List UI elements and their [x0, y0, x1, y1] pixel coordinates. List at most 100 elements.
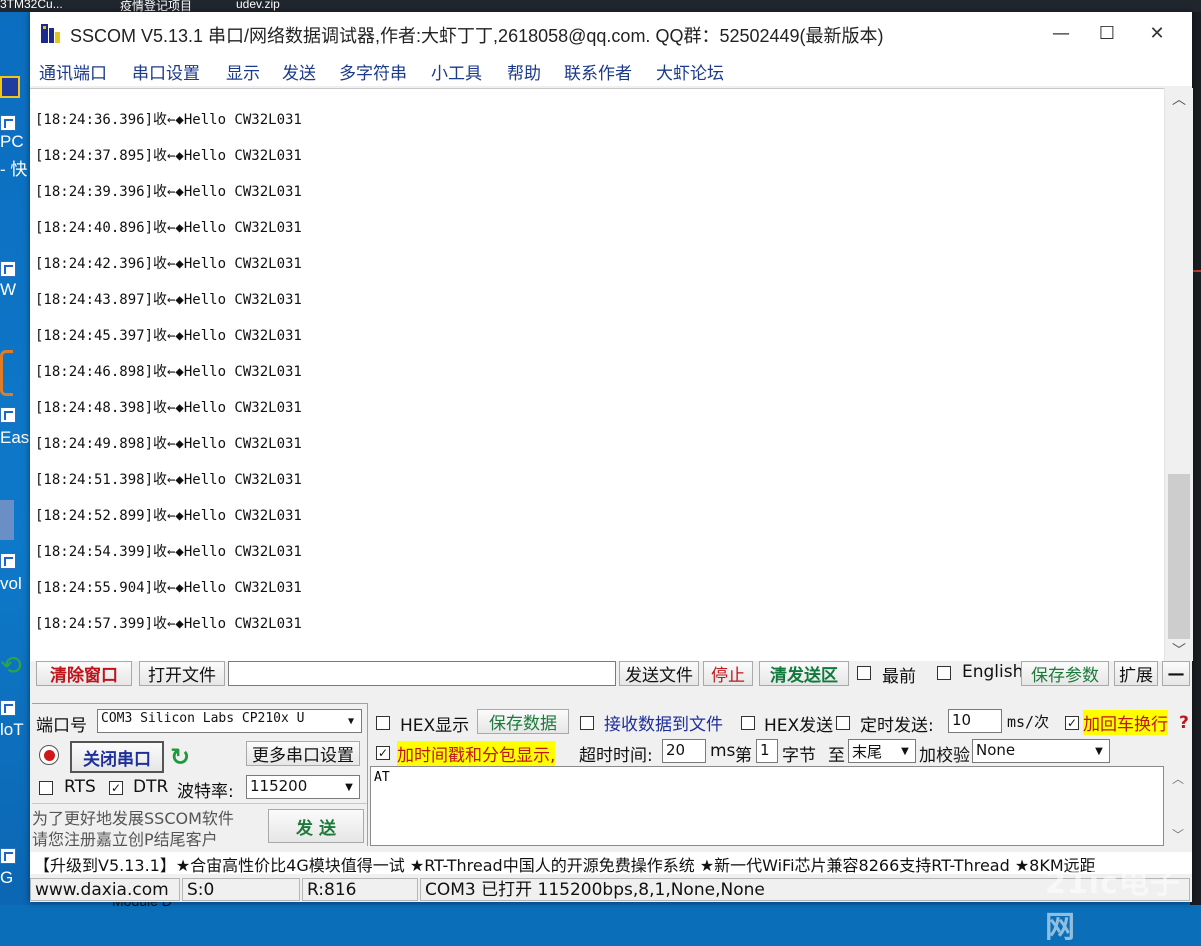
baud-label: 波特率:	[177, 782, 234, 802]
status-website[interactable]: www.daxia.com	[30, 878, 180, 901]
taskbar-title[interactable]: udev.zip	[236, 0, 280, 11]
menu-item-comm-port[interactable]: 通讯端口	[39, 59, 107, 84]
scroll-up-icon[interactable]: ︿	[1165, 88, 1193, 110]
timeout-label: 超时时间:	[579, 746, 653, 766]
front-label: 最前	[882, 667, 916, 687]
byte-start-input[interactable]: 1	[756, 739, 778, 763]
dtr-checkbox[interactable]: ✓	[109, 781, 123, 795]
port-select[interactable]: COM3 Silicon Labs CP210x U ▼	[97, 709, 362, 733]
maximize-button[interactable]: ☐	[1084, 12, 1130, 54]
shortcut-arrow-icon	[0, 114, 16, 131]
to-label: 至	[828, 746, 845, 766]
front-checkbox[interactable]	[857, 666, 871, 680]
receive-line: [18:24:36.396]收←◆Hello CW32L031	[35, 112, 302, 128]
record-icon[interactable]	[39, 745, 59, 765]
close-button[interactable]: ✕	[1134, 12, 1180, 54]
sscom-window: SSCOM V5.13.1 串口/网络数据调试器,作者:大虾丁丁,2618058…	[30, 12, 1193, 902]
rts-label: RTS	[64, 777, 96, 797]
taskbar-title[interactable]: 3TM32Cu...	[0, 0, 63, 11]
desktop-icon-label: PC	[0, 132, 24, 151]
desktop-icon[interactable]: ⟲	[0, 650, 32, 681]
timed-interval-input[interactable]: 10	[948, 709, 1002, 733]
checksum-select[interactable]: None ▼	[972, 739, 1110, 763]
menu-item-forum[interactable]: 大虾论坛	[656, 59, 724, 84]
window-title: SSCOM V5.13.1 串口/网络数据调试器,作者:大虾丁丁,2618058…	[70, 26, 884, 46]
desktop-icon[interactable]	[0, 500, 32, 545]
menu-bar: 通讯端口 串口设置 显示 发送 多字符串 小工具 帮助 联系作者 大虾论坛	[30, 54, 1192, 86]
help-icon[interactable]: ?	[1179, 713, 1189, 733]
hex-send-checkbox[interactable]	[741, 716, 755, 730]
edge-marker	[1192, 270, 1201, 272]
send-text-area[interactable]: AT	[370, 766, 1164, 846]
collapse-button[interactable]: —	[1162, 661, 1190, 686]
timeout-input[interactable]: 20	[662, 739, 706, 763]
app-shortcut-icon	[0, 500, 14, 540]
receive-area[interactable]: [18:24:36.396]收←◆Hello CW32L031 [18:24:3…	[30, 88, 1164, 662]
save-data-button[interactable]: 保存数据	[477, 709, 569, 734]
stop-button[interactable]: 停止	[703, 661, 753, 686]
rts-checkbox[interactable]	[39, 781, 53, 795]
hex-display-checkbox[interactable]	[376, 716, 390, 730]
desktop-icon[interactable]	[0, 112, 32, 132]
menu-item-tools[interactable]: 小工具	[431, 59, 482, 84]
menu-item-multi-string[interactable]: 多字符串	[339, 59, 407, 84]
desktop-icon[interactable]	[0, 697, 32, 717]
baud-select[interactable]: 115200 ▼	[246, 775, 360, 799]
timed-send-checkbox[interactable]	[836, 716, 850, 730]
shortcut-arrow-icon	[0, 699, 16, 716]
close-port-button[interactable]: 关闭串口	[70, 741, 164, 773]
chevron-down-icon: ▼	[340, 777, 358, 797]
menu-item-display[interactable]: 显示	[226, 59, 260, 84]
minimize-button[interactable]: —	[1038, 12, 1084, 54]
scrollbar-thumb[interactable]	[1168, 474, 1190, 639]
open-file-button[interactable]: 打开文件	[139, 661, 225, 686]
baud-select-value: 115200	[250, 777, 308, 795]
receive-scrollbar[interactable]: ︿ ﹀	[1164, 88, 1193, 661]
end-select-value: 末尾	[852, 743, 883, 761]
menu-item-serial-settings[interactable]: 串口设置	[132, 59, 200, 84]
expand-button[interactable]: 扩展	[1114, 661, 1158, 686]
desktop-icon-label: W	[0, 280, 17, 299]
receive-line: [18:24:42.396]收←◆Hello CW32L031	[35, 256, 302, 272]
clear-send-button[interactable]: 清发送区	[759, 661, 849, 686]
group-border	[32, 703, 367, 704]
sscom-app-icon	[41, 24, 60, 43]
english-label: English	[962, 662, 1024, 682]
promo-ticker[interactable]: 【升级到V5.13.1】★合宙高性价比4G模块值得一试 ★RT-Thread中国…	[30, 852, 1192, 874]
refresh-icon[interactable]: ↻	[170, 743, 190, 771]
status-bar: www.daxia.com S:0 R:816 COM3 已打开 115200b…	[30, 877, 1192, 902]
desktop-icon[interactable]	[0, 76, 32, 103]
more-port-settings-button[interactable]: 更多串口设置	[246, 741, 360, 766]
end-select[interactable]: 末尾 ▼	[848, 739, 916, 763]
watermark-logo: 21ic电子网	[1045, 866, 1181, 945]
scroll-up-icon[interactable]: ︿	[1164, 770, 1192, 787]
menu-item-help[interactable]: 帮助	[507, 59, 541, 84]
send-button[interactable]: 发 送	[268, 809, 364, 843]
english-checkbox[interactable]	[937, 666, 951, 680]
group-border	[367, 703, 368, 846]
recv-to-file-checkbox[interactable]	[580, 716, 594, 730]
shortcut-arrow-icon	[0, 847, 16, 864]
menu-item-contact-author[interactable]: 联系作者	[564, 59, 632, 84]
receive-line: [18:24:43.897]收←◆Hello CW32L031	[35, 292, 302, 308]
send-file-button[interactable]: 发送文件	[619, 661, 699, 686]
scroll-down-icon[interactable]: ﹀	[1164, 826, 1192, 843]
desktop-icon[interactable]	[0, 258, 32, 278]
title-bar[interactable]: SSCOM V5.13.1 串口/网络数据调试器,作者:大虾丁丁,2618058…	[30, 12, 1192, 54]
timestamp-checkbox[interactable]: ✓	[376, 746, 390, 760]
scroll-down-icon[interactable]: ﹀	[1165, 639, 1193, 661]
desktop-icon[interactable]	[0, 350, 32, 401]
menu-item-send[interactable]: 发送	[282, 59, 316, 84]
add-crlf-checkbox[interactable]: ✓	[1065, 716, 1079, 730]
chevron-down-icon: ▼	[342, 711, 360, 731]
desktop-icon[interactable]	[0, 845, 32, 865]
clear-window-button[interactable]: 清除窗口	[36, 661, 132, 686]
receive-line: [18:24:45.397]收←◆Hello CW32L031	[35, 328, 302, 344]
save-params-button[interactable]: 保存参数	[1021, 661, 1109, 686]
checksum-label: 加校验	[919, 746, 970, 766]
chevron-down-icon: ▼	[1090, 741, 1108, 761]
send-area-scrollbar[interactable]: ︿ ﹀	[1164, 766, 1192, 846]
desktop-icon[interactable]	[0, 550, 32, 570]
file-path-input[interactable]	[228, 661, 616, 686]
desktop-icon[interactable]	[0, 404, 32, 424]
